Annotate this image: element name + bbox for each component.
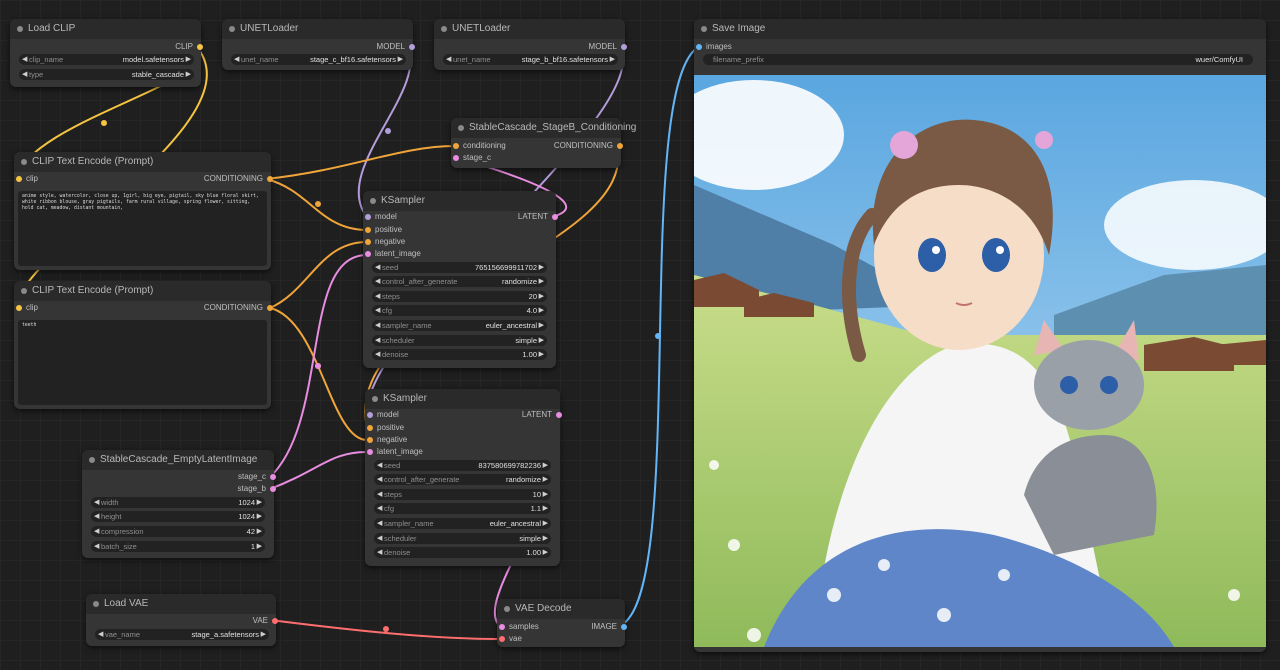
output-stage-b[interactable]: stage_b (238, 483, 276, 495)
control-after-generate-widget[interactable]: ◀ control_after_generate randomize ▶ (374, 474, 551, 485)
input-clip[interactable]: clip (16, 302, 38, 314)
seed-widget[interactable]: ◀ seed 837580699782236 ▶ (374, 460, 551, 471)
node-title[interactable]: KSampler (365, 389, 560, 409)
input-positive[interactable]: positive (367, 422, 404, 434)
node-title[interactable]: Save Image (694, 19, 1266, 39)
load-vae-node[interactable]: Load VAE VAE ◀ vae_name stage_a.safetensor… (86, 594, 278, 646)
cfg-widget[interactable]: ◀ cfg 4.0 ▶ (372, 305, 547, 316)
denoise-widget[interactable]: ◀ denoise 1.00 ▶ (372, 349, 547, 360)
node-title[interactable]: CLIP Text Encode (Prompt) (14, 152, 271, 172)
output-model[interactable]: MODEL (589, 41, 627, 53)
ksampler-1-node[interactable]: KSampler model LATENT positive negative … (363, 191, 558, 368)
input-latent-image[interactable]: latent_image (367, 446, 423, 458)
output-image[interactable]: IMAGE (591, 621, 627, 633)
node-title[interactable]: Load CLIP (10, 19, 201, 39)
scheduler-widget[interactable]: ◀ scheduler simple ▶ (374, 533, 551, 544)
vae-decode-node[interactable]: VAE Decode samples IMAGE vae (497, 599, 627, 647)
input-images[interactable]: images (696, 41, 732, 53)
clip-name-combo[interactable]: ◀ clip_name model.safetensors ▶ (19, 54, 194, 65)
height-widget[interactable]: ◀ height 1024 ▶ (91, 511, 265, 522)
compression-widget[interactable]: ◀ compression 42 ▶ (91, 526, 265, 537)
load-clip-node[interactable]: Load CLIP CLIP ◀ clip_name model.safetenso… (10, 19, 203, 87)
output-clip[interactable]: CLIP (175, 41, 203, 53)
type-combo[interactable]: ◀ type stable_cascade ▶ (19, 69, 194, 80)
steps-widget[interactable]: ◀ steps 10 ▶ (374, 489, 551, 500)
wire-pos-to-stageb (265, 145, 456, 180)
output-conditioning[interactable]: CONDITIONING (554, 140, 623, 152)
node-title[interactable]: Load VAE (86, 594, 276, 614)
input-negative[interactable]: negative (365, 236, 405, 248)
wire-vae (269, 619, 501, 640)
unet-name-combo[interactable]: ◀ unet_name stage_b_bf16.safetensors ▶ (443, 54, 618, 65)
ksampler-2-node[interactable]: KSampler model LATENT positive negative … (365, 389, 562, 566)
input-model[interactable]: model (367, 409, 399, 421)
output-image-preview (694, 75, 1266, 647)
node-title[interactable]: StableCascade_EmptyLatentImage (82, 450, 274, 470)
unet-name-combo[interactable]: ◀ unet_name stage_c_bf16.safetensors ▶ (231, 54, 406, 65)
prompt-textarea[interactable]: anime style, watercolor, close up, 1girl… (18, 191, 267, 266)
seed-widget[interactable]: ◀ seed 765156699911702 ▶ (372, 262, 547, 273)
sampler-name-widget[interactable]: ◀ sampler_name euler_ancestral ▶ (374, 518, 551, 529)
input-stage-c[interactable]: stage_c (453, 152, 491, 164)
wire-stageb-latent (269, 451, 368, 490)
wire-neg-to-ks2 (269, 307, 368, 441)
empty-latent-image-node[interactable]: StableCascade_EmptyLatentImage stage_c s… (82, 450, 276, 558)
output-stage-c[interactable]: stage_c (238, 471, 276, 483)
output-latent[interactable]: LATENT (522, 409, 562, 421)
prompt-textarea[interactable]: teeth (18, 320, 267, 405)
clip-text-encode-positive-node[interactable]: CLIP Text Encode (Prompt) clip CONDITION… (14, 152, 273, 270)
wire-pos-to-ks1 (265, 178, 368, 231)
control-after-generate-widget[interactable]: ◀ control_after_generate randomize ▶ (372, 276, 547, 287)
node-title[interactable]: KSampler (363, 191, 556, 211)
node-title[interactable]: UNETLoader (434, 19, 625, 39)
sampler-name-widget[interactable]: ◀ sampler_name euler_ancestral ▶ (372, 320, 547, 331)
vae-name-combo[interactable]: ◀ vae_name stage_a.safetensors ▶ (95, 629, 269, 640)
cfg-widget[interactable]: ◀ cfg 1.1 ▶ (374, 503, 551, 514)
node-title[interactable]: StableCascade_StageB_Conditioning (451, 118, 636, 138)
node-title[interactable]: VAE Decode (497, 599, 625, 619)
scheduler-widget[interactable]: ◀ scheduler simple ▶ (372, 335, 547, 346)
input-clip[interactable]: clip (16, 173, 38, 185)
denoise-widget[interactable]: ◀ denoise 1.00 ▶ (374, 547, 551, 558)
input-vae[interactable]: vae (499, 633, 522, 645)
input-model[interactable]: model (365, 211, 397, 223)
wire-neg-to-ks1 (269, 241, 368, 309)
input-negative[interactable]: negative (367, 434, 407, 446)
input-conditioning[interactable]: conditioning (453, 140, 506, 152)
filename-prefix-field[interactable]: filename_prefix wuer/ComfyUI (703, 54, 1253, 65)
wire-stagec-latent (269, 254, 368, 478)
input-positive[interactable]: positive (365, 224, 402, 236)
unet-loader-b-node[interactable]: UNETLoader MODEL ◀ unet_name stage_b_bf16.… (434, 19, 627, 70)
clip-text-encode-negative-node[interactable]: CLIP Text Encode (Prompt) clip CONDITION… (14, 281, 273, 409)
output-conditioning[interactable]: CONDITIONING (204, 173, 273, 185)
stageb-conditioning-node[interactable]: StableCascade_StageB_Conditioning condit… (451, 118, 636, 168)
node-title[interactable]: CLIP Text Encode (Prompt) (14, 281, 271, 301)
width-widget[interactable]: ◀ width 1024 ▶ (91, 497, 265, 508)
batch-size-widget[interactable]: ◀ batch_size 1 ▶ (91, 541, 265, 552)
input-samples[interactable]: samples (499, 621, 539, 633)
output-conditioning[interactable]: CONDITIONING (204, 302, 273, 314)
output-latent[interactable]: LATENT (518, 211, 558, 223)
output-vae[interactable]: VAE (253, 615, 278, 627)
input-latent-image[interactable]: latent_image (365, 248, 421, 260)
node-title[interactable]: UNETLoader (222, 19, 413, 39)
output-model[interactable]: MODEL (377, 41, 415, 53)
unet-loader-c-node[interactable]: UNETLoader MODEL ◀ unet_name stage_c_bf16.… (222, 19, 415, 70)
steps-widget[interactable]: ◀ steps 20 ▶ (372, 291, 547, 302)
